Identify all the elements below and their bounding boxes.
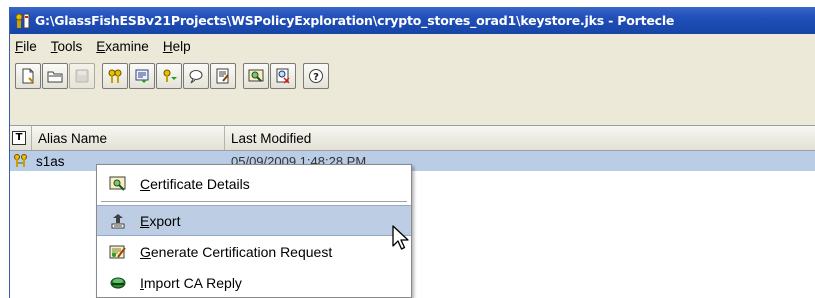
menu-file[interactable]: File: [15, 39, 37, 54]
column-header-alias[interactable]: Alias Name: [32, 126, 225, 150]
entry-context-menu: Certificate Details Export Generate Cert…: [96, 164, 412, 298]
save-keystore-button[interactable]: [69, 62, 95, 89]
menu-bar: File Tools Examine Help: [10, 35, 815, 57]
help-icon: ?: [309, 68, 323, 83]
window-title: G:\GlassFishESBv21Projects\WSPolicyExplo…: [35, 13, 675, 28]
import-trusted-cert-icon: [135, 69, 149, 83]
menu-item-certificate-details[interactable]: Certificate Details: [97, 168, 411, 199]
set-password-button[interactable]: [183, 62, 209, 89]
open-keystore-icon: [47, 71, 63, 82]
examine-certificate-icon: [248, 69, 264, 82]
menu-item-label: Import CA Reply: [140, 274, 242, 291]
menu-item-generate-csr[interactable]: Generate Certification Request: [97, 236, 411, 267]
examine-crl-icon: [276, 68, 290, 84]
import-ca-reply-icon: [108, 273, 128, 293]
set-password-icon: [189, 69, 203, 83]
keypair-entry-icon: [10, 151, 32, 171]
menu-examine[interactable]: Examine: [96, 39, 149, 54]
examine-crl-button[interactable]: [270, 62, 296, 89]
new-keystore-button[interactable]: [15, 62, 41, 89]
menu-item-label: Certificate Details: [140, 175, 250, 192]
certificate-details-icon: [108, 174, 128, 194]
menu-item-label: Export: [140, 212, 181, 229]
menu-tools[interactable]: Tools: [51, 39, 83, 54]
toolbar: ?: [10, 58, 815, 93]
import-keypair-button[interactable]: [156, 62, 182, 89]
table-header: T Alias Name Last Modified: [10, 125, 815, 151]
examine-certificate-button[interactable]: [243, 62, 269, 89]
menu-item-export[interactable]: Export: [97, 205, 411, 236]
export-icon: [108, 211, 128, 231]
menu-help[interactable]: Help: [163, 39, 191, 54]
generate-keypair-icon: [108, 69, 122, 83]
generate-keypair-button[interactable]: [102, 62, 128, 89]
help-button[interactable]: ?: [303, 62, 329, 89]
generate-csr-icon: [108, 242, 128, 262]
column-header-type[interactable]: T: [10, 126, 32, 150]
portecle-app-icon: [14, 12, 32, 30]
open-keystore-button[interactable]: [42, 62, 68, 89]
svg-text:?: ?: [313, 72, 319, 83]
keystore-report-button[interactable]: [210, 62, 236, 89]
menu-item-import-ca-reply[interactable]: Import CA Reply: [97, 267, 411, 298]
mouse-pointer-icon: [392, 225, 409, 250]
import-trusted-cert-button[interactable]: [129, 62, 155, 89]
title-bar[interactable]: G:\GlassFishESBv21Projects\WSPolicyExplo…: [10, 7, 815, 34]
keystore-report-icon: [216, 68, 229, 83]
import-keypair-icon: [163, 69, 177, 82]
column-header-last-modified[interactable]: Last Modified: [225, 126, 815, 150]
new-keystore-icon: [22, 68, 34, 83]
save-keystore-icon: [75, 69, 89, 82]
menu-item-label: Generate Certification Request: [140, 243, 333, 260]
menu-separator: [101, 201, 407, 203]
